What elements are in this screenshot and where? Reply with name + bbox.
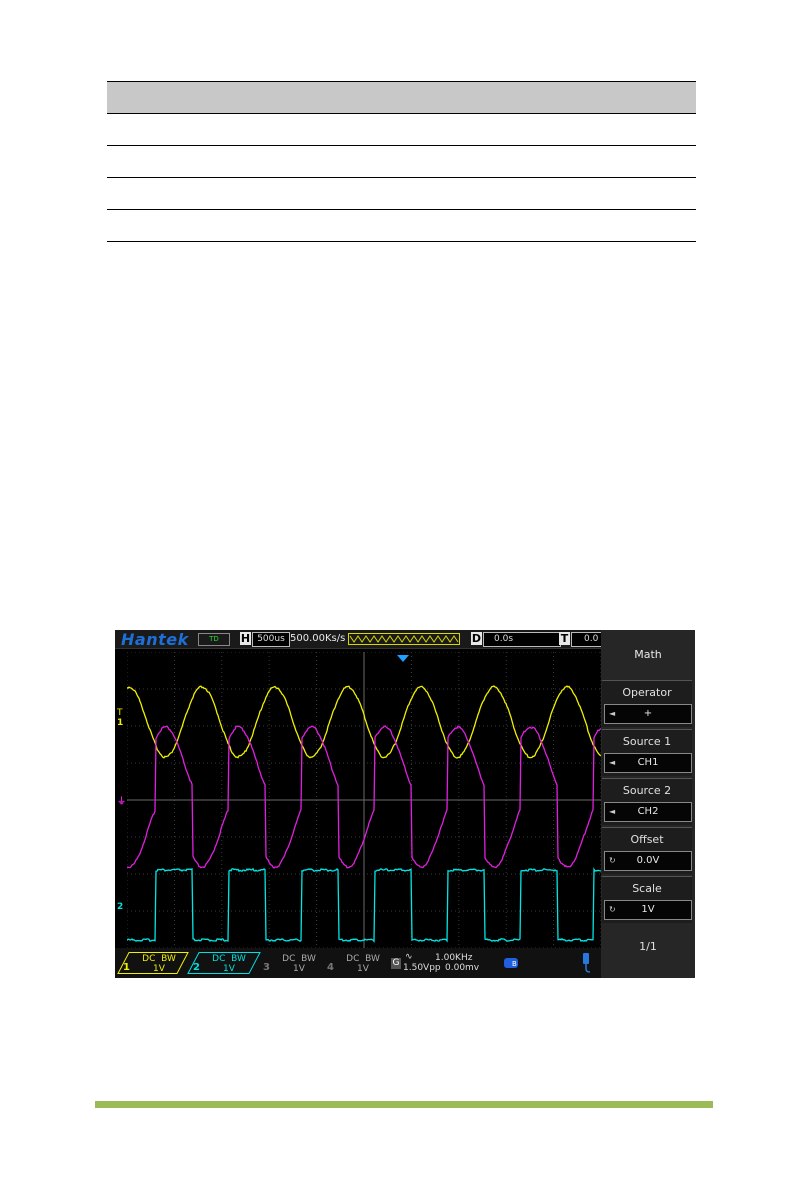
operator-value[interactable]: ◄ + bbox=[604, 704, 692, 724]
svg-text:B: B bbox=[512, 960, 517, 968]
ch2-settings: DC BW 1V bbox=[212, 954, 246, 974]
trigger-level-marker: T bbox=[117, 708, 123, 718]
left-arrow-icon: ◄ bbox=[609, 807, 616, 816]
menu-item-label: Source 1 bbox=[622, 735, 672, 748]
rotate-knob-icon: ↻ bbox=[609, 905, 616, 914]
source2-value[interactable]: ◄ CH2 bbox=[604, 802, 692, 822]
generator-frequency: 1.00KHz bbox=[435, 953, 473, 963]
generator-amplitude: 1.50Vpp bbox=[403, 963, 441, 973]
scale-value[interactable]: ↻ 1V bbox=[604, 900, 692, 920]
ch1-ground-marker: 1 bbox=[117, 718, 124, 728]
left-arrow-icon: ◄ bbox=[609, 709, 616, 718]
channel-bar: 1 DC BW 1V 2 DC BW 1V 3 DC BW 1V 4 DC BW… bbox=[115, 948, 601, 978]
ch2-number: 2 bbox=[193, 962, 200, 973]
table-header bbox=[107, 81, 696, 114]
menu-item-label: Offset bbox=[630, 833, 664, 846]
left-arrow-icon: ◄ bbox=[609, 758, 616, 767]
menu-item-label: Scale bbox=[632, 882, 662, 895]
trigger-memory-icon bbox=[348, 633, 460, 645]
ch3-number: 3 bbox=[263, 962, 270, 973]
menu-page-indicator: 1/1 bbox=[639, 940, 657, 953]
ch4-settings: DC BW 1V bbox=[346, 954, 380, 974]
scale-menu-button[interactable]: Scale ↻ 1V bbox=[602, 876, 692, 923]
menu-item-label: Source 2 bbox=[622, 784, 672, 797]
timebase-value[interactable]: 500us bbox=[252, 632, 290, 647]
ch4-info[interactable]: 4 DC BW 1V bbox=[321, 952, 393, 974]
mode-badge: TD bbox=[198, 633, 230, 646]
source1-menu-button[interactable]: Source 1 ◄ CH1 bbox=[602, 729, 692, 776]
menu-title: Math bbox=[634, 648, 662, 661]
delay-tag: D bbox=[471, 632, 482, 645]
offset-value[interactable]: ↻ 0.0V bbox=[604, 851, 692, 871]
rotate-knob-icon: ↻ bbox=[609, 856, 616, 865]
spec-table bbox=[107, 81, 696, 242]
ch1-settings: DC BW 1V bbox=[142, 954, 176, 974]
ch2-info[interactable]: 2 DC BW 1V bbox=[187, 952, 261, 974]
oscilloscope-screen: Hantek TD H 500us 500.00Ks/s D 0.0s T 0.… bbox=[115, 630, 695, 978]
battery-icon: B bbox=[504, 958, 518, 968]
trigger-position-marker bbox=[397, 655, 409, 662]
sine-wave-icon: ∿ bbox=[405, 952, 413, 962]
waveform-display bbox=[127, 652, 601, 948]
ch4-number: 4 bbox=[327, 962, 334, 973]
ch2-ground-marker: 2 bbox=[117, 902, 124, 912]
ch1-number: 1 bbox=[123, 962, 130, 973]
menu-item-label: Operator bbox=[622, 686, 672, 699]
source1-value[interactable]: ◄ CH1 bbox=[604, 753, 692, 773]
usb-connection-icon bbox=[583, 953, 591, 973]
generator-tag: G bbox=[391, 958, 401, 969]
generator-offset: 0.00mv bbox=[445, 963, 480, 973]
generator-info[interactable]: G ∿ 1.00KHz 1.50Vpp 0.00mv bbox=[391, 952, 491, 974]
status-bar: Hantek TD H 500us 500.00Ks/s D 0.0s T 0.… bbox=[115, 630, 614, 649]
ch3-settings: DC BW 1V bbox=[282, 954, 316, 974]
ch3-info[interactable]: 3 DC BW 1V bbox=[257, 952, 329, 974]
offset-menu-button[interactable]: Offset ↻ 0.0V bbox=[602, 827, 692, 874]
graticule bbox=[127, 652, 601, 948]
sample-rate: 500.00Ks/s bbox=[290, 633, 346, 644]
delay-value[interactable]: 0.0s bbox=[483, 632, 561, 647]
table-row bbox=[107, 114, 696, 146]
math-ground-marker: ⏚ bbox=[117, 797, 127, 807]
source2-menu-button[interactable]: Source 2 ◄ CH2 bbox=[602, 778, 692, 825]
footer-rule bbox=[95, 1101, 713, 1108]
table-row bbox=[107, 146, 696, 178]
trigger-tag: T bbox=[559, 632, 570, 645]
math-menu-panel: Math Operator ◄ + Source 1 ◄ CH1 Source 2 … bbox=[601, 630, 695, 978]
table-row bbox=[107, 178, 696, 210]
operator-menu-button[interactable]: Operator ◄ + bbox=[602, 680, 692, 727]
table-row bbox=[107, 210, 696, 242]
ch1-info[interactable]: 1 DC BW 1V bbox=[117, 952, 189, 974]
horizontal-tag: H bbox=[240, 632, 251, 645]
brand-logo: Hantek bbox=[121, 630, 189, 649]
